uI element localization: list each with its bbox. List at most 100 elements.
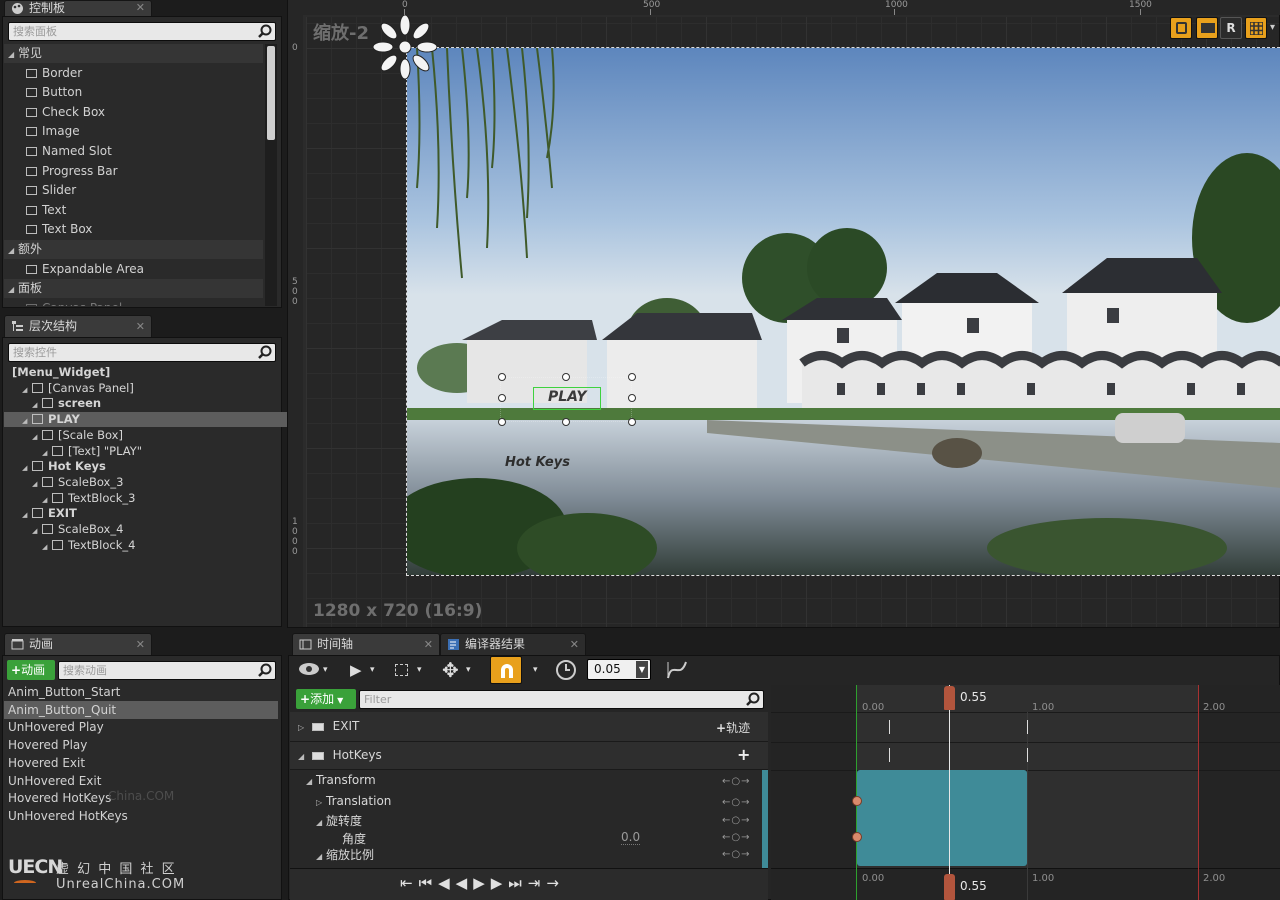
chevron-down-icon[interactable]: ▾ [370, 658, 375, 682]
tab-palette[interactable]: 控制板 ✕ [4, 0, 152, 16]
collapse-icon[interactable]: ◢ [316, 852, 326, 861]
collapse-icon[interactable]: ◢ [316, 818, 326, 827]
search-icon[interactable] [257, 663, 272, 678]
chevron-down-icon[interactable]: ▾ [323, 658, 328, 682]
palette-item[interactable]: Named Slot [4, 142, 263, 161]
keyframe[interactable] [889, 720, 890, 734]
add-animation-button[interactable]: +动画 [7, 660, 55, 680]
playhead-handle-top[interactable] [944, 686, 955, 710]
palette-item[interactable]: Slider [4, 181, 263, 200]
chevron-down-icon[interactable]: ▾ [1270, 22, 1275, 33]
palette-category[interactable]: ◢ 常见 [4, 44, 263, 63]
resize-handle[interactable] [628, 418, 636, 426]
animation-item[interactable]: Anim_Button_Start [4, 683, 278, 701]
step-forward-icon[interactable]: ⏭ [508, 874, 528, 892]
add-track-sub-button[interactable]: +轨迹 [716, 719, 750, 736]
tab-timeline[interactable]: 时间轴 ✕ [292, 633, 440, 655]
jump-to-end-icon[interactable]: ⇥ [528, 874, 547, 892]
search-icon[interactable] [257, 345, 272, 360]
tab-compiler-results[interactable]: 编译器结果 ✕ [440, 633, 586, 655]
palette-scrollbar-thumb[interactable] [267, 46, 275, 140]
collapse-icon[interactable]: ◢ [306, 777, 316, 786]
palette-item[interactable]: Text Box [4, 220, 263, 239]
fill-screen-button[interactable] [1170, 17, 1192, 39]
palette-category[interactable]: ◢ 面板 [4, 279, 263, 299]
animation-item[interactable]: Hovered Exit [4, 754, 278, 772]
resize-handle[interactable] [498, 418, 506, 426]
keyframe[interactable] [1027, 720, 1028, 734]
resize-handle[interactable] [498, 373, 506, 381]
chevron-down-icon[interactable]: ▾ [417, 658, 422, 682]
play-options-button[interactable]: ▶ [350, 658, 362, 682]
palette-search-input[interactable]: 搜索面板 [8, 22, 276, 41]
palette-item[interactable]: Button [4, 83, 263, 102]
palette-scrollbar[interactable] [265, 44, 277, 306]
view-options-button[interactable] [298, 658, 322, 682]
transform-section-block[interactable] [857, 770, 1027, 866]
resize-handle[interactable] [562, 418, 570, 426]
animation-item[interactable]: Anim_Button_Quit [4, 700, 278, 719]
snap-interval-select[interactable]: 0.05 ▼ [587, 659, 651, 680]
snap-toggle-button[interactable] [490, 656, 522, 684]
animation-item[interactable]: UnHovered HotKeys [4, 807, 278, 825]
layout-toggle-button[interactable] [1196, 17, 1218, 39]
animation-item[interactable]: UnHovered Play [4, 718, 278, 736]
keyframe[interactable] [852, 832, 862, 842]
track-translation[interactable]: ▷ Translation [316, 794, 792, 808]
palette-item[interactable]: Check Box [4, 103, 263, 122]
tab-animations[interactable]: 动画 ✕ [4, 633, 152, 655]
jump-to-start-icon[interactable]: ⇤ [400, 874, 419, 892]
keyframe[interactable] [889, 748, 890, 762]
curve-editor-button[interactable] [666, 658, 688, 682]
collapse-icon[interactable]: ◢ [8, 241, 18, 260]
resize-handle[interactable] [498, 394, 506, 402]
play-reverse-icon[interactable]: ◀ [456, 874, 474, 892]
resize-handle[interactable] [562, 373, 570, 381]
collapse-icon[interactable]: ◢ [8, 280, 18, 299]
chevron-down-icon[interactable]: ▾ [466, 658, 471, 682]
track-transform[interactable]: ◢ Transform [306, 773, 782, 787]
time-snap-button[interactable] [555, 658, 577, 682]
palette-item[interactable]: Text [4, 201, 263, 220]
close-icon[interactable]: ✕ [136, 316, 145, 337]
add-property-button[interactable]: + [737, 745, 750, 764]
playhead-handle-bottom[interactable] [944, 874, 955, 900]
anchor-icon[interactable] [373, 15, 437, 79]
palette-category[interactable]: ◢ 额外 [4, 240, 263, 259]
canvas-hotkeys-text[interactable]: Hot Keys [505, 455, 570, 470]
keyframe[interactable] [1027, 748, 1028, 762]
keyframe[interactable] [852, 796, 862, 806]
close-icon[interactable]: ✕ [136, 1, 145, 15]
resize-handle[interactable] [628, 394, 636, 402]
add-track-button[interactable]: +添加 ▼ [296, 689, 356, 709]
collapse-icon[interactable]: ◢ [42, 540, 52, 555]
track-rotation[interactable]: ◢ 旋转度 [316, 812, 792, 829]
collapse-icon[interactable]: ◢ [298, 752, 308, 761]
chevron-down-icon[interactable]: ▾ [533, 658, 538, 682]
canvas-background-image[interactable]: PLAY Hot Keys [406, 47, 1280, 576]
palette-item[interactable]: Expandable Area [4, 260, 263, 279]
hierarchy-search-input[interactable]: 搜索控件 [8, 343, 276, 362]
select-mode-button[interactable] [395, 658, 408, 682]
resize-handle[interactable] [628, 373, 636, 381]
expand-icon[interactable]: ▷ [298, 723, 308, 732]
filter-input[interactable]: Filter [359, 690, 764, 709]
canvas-play-text[interactable]: PLAY [548, 389, 587, 405]
search-icon[interactable] [257, 24, 272, 39]
expand-icon[interactable]: ▷ [316, 798, 326, 807]
next-key-icon[interactable]: ▶ [491, 874, 509, 892]
track-exit[interactable]: ▷ EXIT [298, 719, 774, 733]
close-icon[interactable]: ✕ [570, 634, 579, 655]
respect-locks-button[interactable]: R [1220, 17, 1242, 39]
animation-item[interactable]: Hovered Play [4, 736, 278, 754]
palette-item[interactable]: Image [4, 122, 263, 141]
close-icon[interactable]: ✕ [136, 634, 145, 655]
animation-search-input[interactable]: 搜索动画 [58, 661, 276, 680]
search-icon[interactable] [745, 692, 760, 707]
collapse-icon[interactable]: ◢ [8, 45, 18, 64]
play-icon[interactable]: ▶ [473, 874, 491, 892]
animation-item[interactable]: UnHovered Exit [4, 772, 278, 790]
palette-item[interactable]: Canvas Panel [4, 299, 122, 306]
step-back-icon[interactable]: ⏮ [419, 874, 439, 892]
tab-hierarchy[interactable]: 层次结构 ✕ [4, 315, 152, 337]
